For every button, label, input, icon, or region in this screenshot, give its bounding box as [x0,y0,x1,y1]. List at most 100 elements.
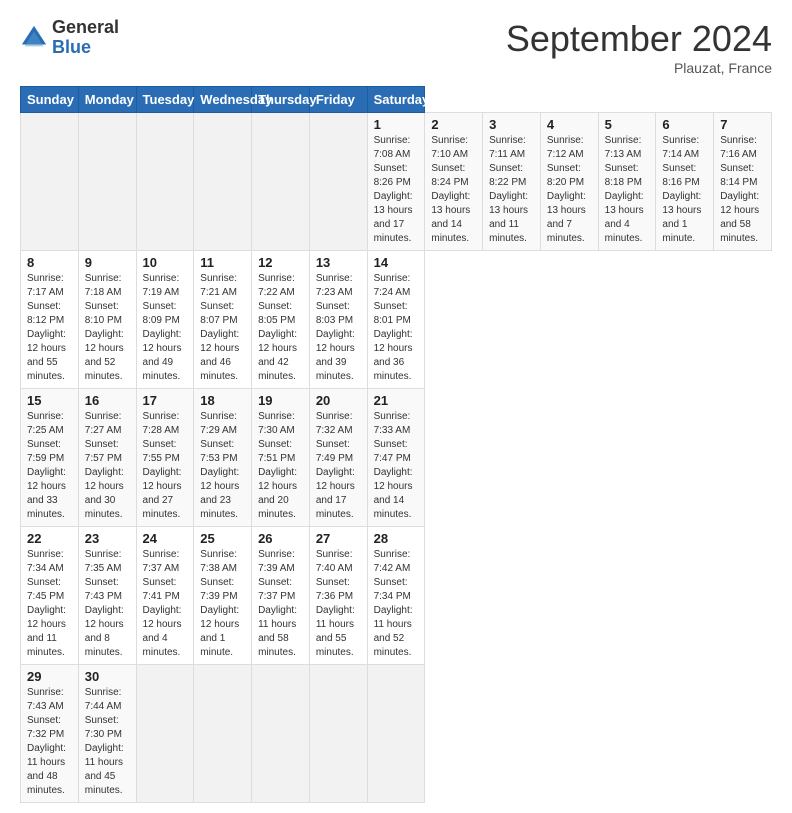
day-info: Sunrise: 7:35 AMSunset: 7:43 PMDaylight:… [85,548,130,660]
day-header-wednesday: Wednesday [194,87,252,113]
cell-4-6: 27 Sunrise: 7:40 AMSunset: 7:36 PMDayligh… [309,527,367,665]
day-info: Sunrise: 7:29 AMSunset: 7:53 PMDaylight:… [200,410,245,522]
cell-1-6 [309,113,367,251]
cell-1-5 [252,113,310,251]
cell-1-11: 5Sunrise: 7:13 AMSunset: 8:18 PMDaylight… [598,113,656,251]
day-info: Sunrise: 7:23 AMSunset: 8:03 PMDaylight:… [316,272,361,384]
day-header-tuesday: Tuesday [136,87,194,113]
day-info: Sunrise: 7:18 AMSunset: 8:10 PMDaylight:… [85,272,130,384]
cell-4-3: 24 Sunrise: 7:37 AMSunset: 7:41 PMDayligh… [136,527,194,665]
cell-4-4: 25 Sunrise: 7:38 AMSunset: 7:39 PMDayligh… [194,527,252,665]
cell-1-8: 2 Sunrise: 7:10 AMSunset: 8:24 PMDaylight… [425,113,483,251]
day-info: Sunrise: 7:38 AMSunset: 7:39 PMDaylight:… [200,548,245,660]
cell-3-1: 15 Sunrise: 7:25 AMSunset: 7:59 PMDayligh… [21,389,79,527]
week-row-4: 22 Sunrise: 7:34 AMSunset: 7:45 PMDayligh… [21,527,772,665]
cell-4-2: 23 Sunrise: 7:35 AMSunset: 7:43 PMDayligh… [78,527,136,665]
day-info: Sunrise: 7:08 AMSunset: 8:26 PMDaylight:… [374,134,419,246]
logo-general: General [52,18,119,38]
cell-5-4 [194,665,252,803]
day-number: 23 [85,531,130,546]
cell-4-7: 28 Sunrise: 7:42 AMSunset: 7:34 PMDayligh… [367,527,425,665]
cell-5-5 [252,665,310,803]
day-info: Sunrise: 7:16 AMSunset: 8:14 PMDaylight:… [720,134,765,246]
cell-2-3: 10Sunrise: 7:19 AMSunset: 8:09 PMDayligh… [136,251,194,389]
page: General Blue September 2024 Plauzat, Fra… [0,0,792,813]
day-info: Sunrise: 7:33 AMSunset: 7:47 PMDaylight:… [374,410,419,522]
cell-1-4 [194,113,252,251]
cell-5-3 [136,665,194,803]
calendar-table: SundayMondayTuesdayWednesdayThursdayFrid… [20,86,772,803]
day-number: 2 [431,117,476,132]
cell-1-9: 3 Sunrise: 7:11 AMSunset: 8:22 PMDaylight… [483,113,541,251]
day-number: 22 [27,531,72,546]
day-info: Sunrise: 7:30 AMSunset: 7:51 PMDaylight:… [258,410,303,522]
day-info: Sunrise: 7:25 AMSunset: 7:59 PMDaylight:… [27,410,72,522]
cell-3-5: 19Sunrise: 7:30 AMSunset: 7:51 PMDayligh… [252,389,310,527]
day-header-thursday: Thursday [252,87,310,113]
day-number: 4 [547,117,592,132]
day-info: Sunrise: 7:19 AMSunset: 8:09 PMDaylight:… [143,272,188,384]
day-number: 30 [85,669,130,684]
cell-1-3 [136,113,194,251]
month-title: September 2024 [506,18,772,60]
day-number: 21 [374,393,419,408]
day-info: Sunrise: 7:37 AMSunset: 7:41 PMDaylight:… [143,548,188,660]
day-number: 27 [316,531,361,546]
cell-3-3: 17Sunrise: 7:28 AMSunset: 7:55 PMDayligh… [136,389,194,527]
day-number: 24 [143,531,188,546]
cell-2-6: 13Sunrise: 7:23 AMSunset: 8:03 PMDayligh… [309,251,367,389]
day-number: 15 [27,393,72,408]
cell-1-2 [78,113,136,251]
cell-5-6 [309,665,367,803]
day-number: 20 [316,393,361,408]
day-info: Sunrise: 7:39 AMSunset: 7:37 PMDaylight:… [258,548,303,660]
day-info: Sunrise: 7:43 AMSunset: 7:32 PMDaylight:… [27,686,72,798]
logo-text: General Blue [52,18,119,58]
day-info: Sunrise: 7:10 AMSunset: 8:24 PMDaylight:… [431,134,476,246]
day-info: Sunrise: 7:14 AMSunset: 8:16 PMDaylight:… [662,134,707,246]
day-info: Sunrise: 7:11 AMSunset: 8:22 PMDaylight:… [489,134,534,246]
day-info: Sunrise: 7:17 AMSunset: 8:12 PMDaylight:… [27,272,72,384]
logo-blue: Blue [52,38,119,58]
day-number: 17 [143,393,188,408]
day-info: Sunrise: 7:21 AMSunset: 8:07 PMDaylight:… [200,272,245,384]
day-number: 1 [374,117,419,132]
location: Plauzat, France [506,60,772,76]
day-number: 9 [85,255,130,270]
day-info: Sunrise: 7:12 AMSunset: 8:20 PMDaylight:… [547,134,592,246]
day-header-sunday: Sunday [21,87,79,113]
day-number: 6 [662,117,707,132]
day-number: 25 [200,531,245,546]
cell-1-7: 1 Sunrise: 7:08 AMSunset: 8:26 PMDaylight… [367,113,425,251]
day-number: 18 [200,393,245,408]
cell-5-1: 29 Sunrise: 7:43 AMSunset: 7:32 PMDayligh… [21,665,79,803]
day-number: 3 [489,117,534,132]
day-number: 8 [27,255,72,270]
day-number: 28 [374,531,419,546]
week-row-2: 8 Sunrise: 7:17 AMSunset: 8:12 PMDaylight… [21,251,772,389]
day-number: 5 [605,117,650,132]
day-number: 12 [258,255,303,270]
cell-5-7 [367,665,425,803]
cell-3-7: 21 Sunrise: 7:33 AMSunset: 7:47 PMDayligh… [367,389,425,527]
day-header-saturday: Saturday [367,87,425,113]
day-info: Sunrise: 7:40 AMSunset: 7:36 PMDaylight:… [316,548,361,660]
cell-4-5: 26 Sunrise: 7:39 AMSunset: 7:37 PMDayligh… [252,527,310,665]
cell-1-10: 4 Sunrise: 7:12 AMSunset: 8:20 PMDaylight… [540,113,598,251]
day-info: Sunrise: 7:44 AMSunset: 7:30 PMDaylight:… [85,686,130,798]
day-number: 26 [258,531,303,546]
cell-3-6: 20Sunrise: 7:32 AMSunset: 7:49 PMDayligh… [309,389,367,527]
cell-2-1: 8 Sunrise: 7:17 AMSunset: 8:12 PMDaylight… [21,251,79,389]
week-row-3: 15 Sunrise: 7:25 AMSunset: 7:59 PMDayligh… [21,389,772,527]
cell-2-4: 11Sunrise: 7:21 AMSunset: 8:07 PMDayligh… [194,251,252,389]
logo-icon [20,24,48,52]
day-header-monday: Monday [78,87,136,113]
day-info: Sunrise: 7:34 AMSunset: 7:45 PMDaylight:… [27,548,72,660]
day-number: 14 [374,255,419,270]
header-row: SundayMondayTuesdayWednesdayThursdayFrid… [21,87,772,113]
day-info: Sunrise: 7:22 AMSunset: 8:05 PMDaylight:… [258,272,303,384]
week-row-5: 29 Sunrise: 7:43 AMSunset: 7:32 PMDayligh… [21,665,772,803]
day-info: Sunrise: 7:42 AMSunset: 7:34 PMDaylight:… [374,548,419,660]
day-number: 29 [27,669,72,684]
cell-3-2: 16Sunrise: 7:27 AMSunset: 7:57 PMDayligh… [78,389,136,527]
